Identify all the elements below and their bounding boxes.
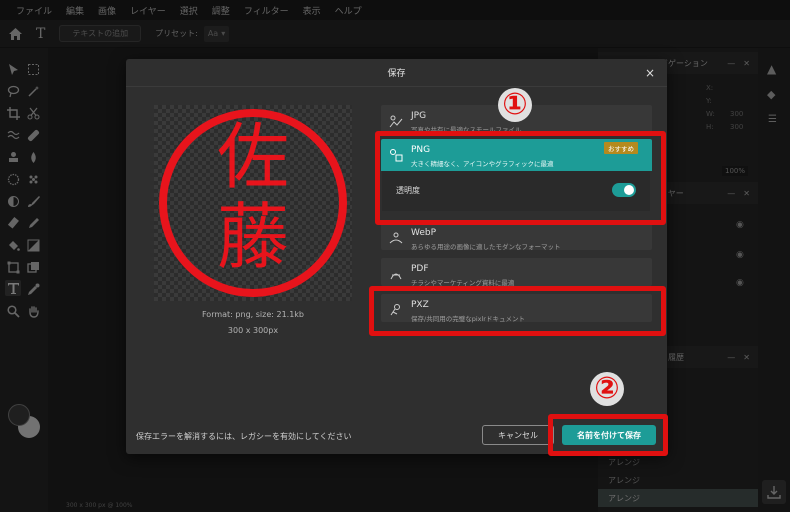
annotation-marker-1: ①: [498, 88, 532, 122]
web-icon: [389, 232, 403, 244]
format-option-pdf[interactable]: PDF チラシやマーケティング資料に最適: [381, 258, 652, 287]
format-name: JPG: [411, 111, 427, 121]
stamp-text-top: 佐: [216, 115, 289, 199]
format-option-webp[interactable]: WebP あらゆる用途の画像に適したモダンなフォーマット: [381, 222, 652, 251]
dialog-title: 保存: [126, 59, 667, 87]
legacy-message: 保存エラーを解消するには、レガシーを有効にしてください: [136, 432, 352, 441]
format-desc: あらゆる用途の画像に適したモダンなフォーマット: [411, 243, 561, 251]
photo-editor-app: ファイル 編集 画像 レイヤー 選択 調整 フィルター 表示 ヘルプ T テキス…: [0, 0, 790, 512]
stamp-text-bottom: 藤: [216, 195, 289, 279]
pdf-icon: [390, 273, 402, 280]
format-name: PDF: [411, 264, 429, 274]
cancel-button[interactable]: キャンセル: [482, 425, 554, 445]
photo-icon: [389, 115, 403, 128]
annotation-marker-2: ②: [590, 372, 624, 406]
format-name: WebP: [411, 228, 437, 238]
annotation-box-png: [375, 131, 666, 225]
image-dimensions: 300 x 300px: [227, 326, 279, 335]
marker-2-text: ②: [594, 371, 620, 406]
format-info: Format: png, size: 21.1kb: [201, 310, 304, 319]
image-preview: 佐 藤: [154, 105, 352, 301]
annotation-box-pxz: [369, 286, 666, 336]
close-icon[interactable]: ×: [643, 66, 657, 80]
annotation-box-save: [548, 414, 668, 456]
marker-1-text: ①: [502, 87, 528, 122]
save-dialog: 保存 × 佐 藤 Format: png, size: 21.1kb 300 x…: [126, 59, 667, 454]
